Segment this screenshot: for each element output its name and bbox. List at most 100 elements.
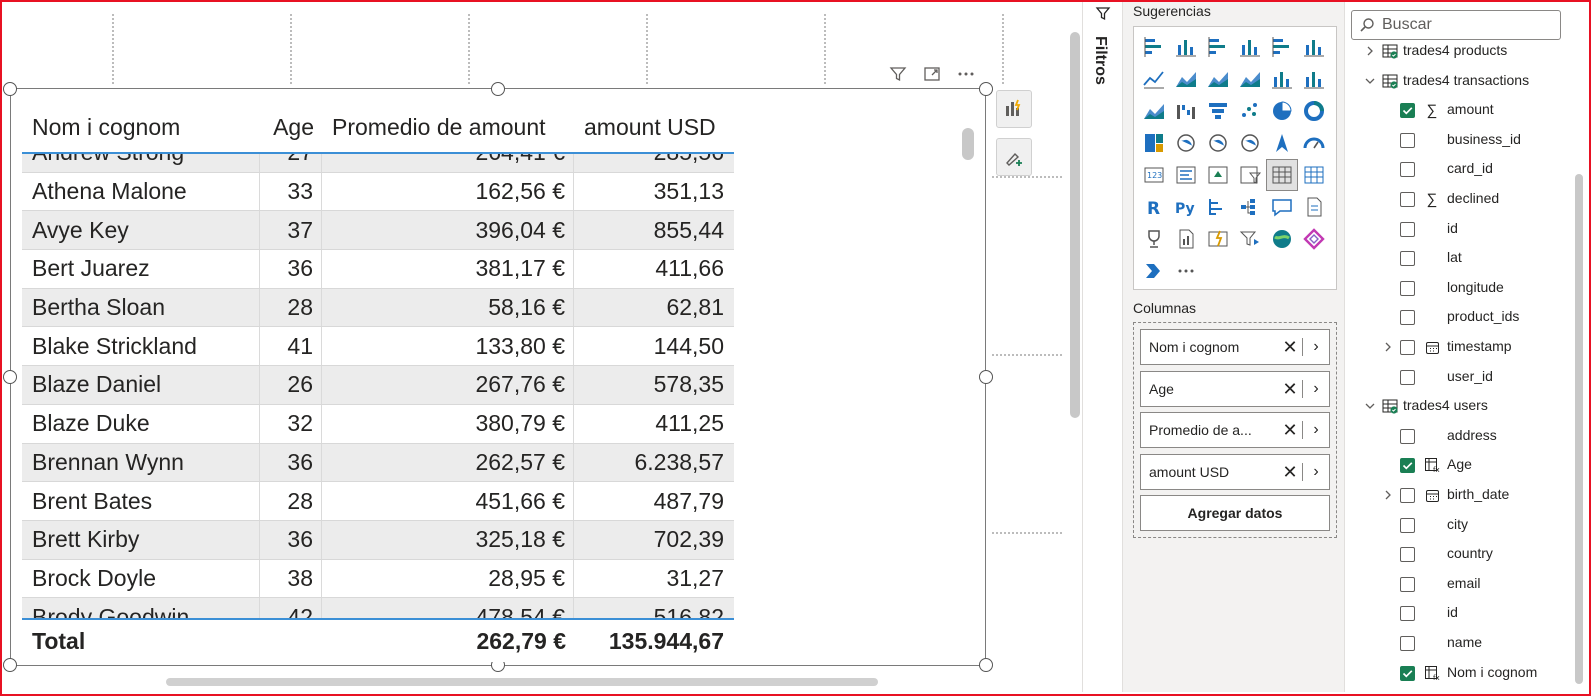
tree-field-node[interactable]: city <box>1345 510 1575 540</box>
remove-field-icon[interactable]: ✕ <box>1278 462 1302 483</box>
search-input[interactable]: Buscar <box>1351 10 1561 40</box>
column-header[interactable]: amount USD <box>574 102 734 152</box>
table-vertical-scrollbar[interactable] <box>962 128 974 160</box>
tree-field-node[interactable]: longitude <box>1345 273 1575 303</box>
chevron-visual-icon[interactable] <box>1138 255 1170 287</box>
field-checkbox[interactable] <box>1400 636 1415 651</box>
python-visual-icon[interactable]: Py <box>1170 191 1202 223</box>
add-data-button[interactable]: Agregar datos <box>1140 495 1330 531</box>
field-checkbox[interactable] <box>1400 132 1415 148</box>
format-visual-button[interactable] <box>996 138 1032 176</box>
pie-icon[interactable] <box>1266 95 1298 127</box>
table-row[interactable]: Brent Bates 28 451,66 € 487,79 <box>22 482 734 521</box>
narrative-icon[interactable] <box>1298 191 1330 223</box>
resize-handle[interactable] <box>3 82 17 96</box>
column-header[interactable]: Age <box>260 102 322 152</box>
card-icon[interactable]: 123 <box>1138 159 1170 191</box>
data-pane-scrollbar[interactable] <box>1575 174 1583 684</box>
resize-handle[interactable] <box>3 658 17 672</box>
chevron-down-icon[interactable] <box>1363 74 1377 88</box>
table-row[interactable]: Avye Key 37 396,04 € 855,44 <box>22 211 734 251</box>
filters-pane[interactable]: Filtros <box>1082 2 1122 692</box>
resize-handle[interactable] <box>979 82 993 96</box>
tree-table-node[interactable]: trades4 transactions <box>1345 66 1575 96</box>
table-row[interactable]: Blake Strickland 41 133,80 € 144,50 <box>22 327 734 367</box>
tree-field-node[interactable]: user_id <box>1345 362 1575 392</box>
tree-field-node[interactable]: ∑ declined <box>1345 184 1575 214</box>
chevron-down-icon[interactable] <box>1363 399 1377 413</box>
chevron-right-icon[interactable]: › <box>1303 338 1329 356</box>
decomposition-tree-icon[interactable] <box>1234 191 1266 223</box>
well-field[interactable]: Promedio de a... ✕ › <box>1140 412 1330 448</box>
line-chart-icon[interactable] <box>1138 63 1170 95</box>
resize-handle[interactable] <box>979 658 993 672</box>
treemap-icon[interactable] <box>1138 127 1170 159</box>
field-checkbox[interactable] <box>1400 606 1415 622</box>
gauge-icon[interactable] <box>1298 127 1330 159</box>
column-header[interactable]: Promedio de amount <box>322 102 574 152</box>
clustered-bar-icon[interactable] <box>1202 31 1234 63</box>
remove-field-icon[interactable]: ✕ <box>1278 337 1302 358</box>
tree-field-node[interactable]: fx Age <box>1345 450 1575 480</box>
build-visual-button[interactable] <box>996 90 1032 128</box>
field-checkbox[interactable] <box>1400 488 1415 503</box>
field-checkbox[interactable] <box>1400 547 1415 563</box>
tree-field-node[interactable]: card_id <box>1345 154 1575 184</box>
table-horizontal-scrollbar[interactable] <box>166 678 878 686</box>
scatter-icon[interactable] <box>1234 95 1266 127</box>
slicer-icon[interactable] <box>1234 159 1266 191</box>
resize-handle[interactable] <box>979 370 993 384</box>
area-chart-icon[interactable] <box>1170 63 1202 95</box>
field-checkbox[interactable] <box>1400 103 1415 119</box>
r-visual-icon[interactable]: R <box>1138 191 1170 223</box>
shape-map-icon[interactable] <box>1234 127 1266 159</box>
funnel-icon[interactable] <box>1202 95 1234 127</box>
report-canvas[interactable]: Andrew Strong27264,41 €285,56Athena Malo… <box>2 2 1080 692</box>
paginated-report-icon[interactable] <box>1170 223 1202 255</box>
tree-field-node[interactable]: birth_date <box>1345 480 1575 510</box>
field-checkbox[interactable] <box>1400 221 1415 237</box>
field-checkbox[interactable] <box>1400 162 1415 178</box>
tree-field-node[interactable]: country <box>1345 539 1575 569</box>
multi-row-card-icon[interactable] <box>1170 159 1202 191</box>
table-row[interactable]: Blaze Duke 32 380,79 € 411,25 <box>22 404 734 444</box>
donut-icon[interactable] <box>1298 95 1330 127</box>
stacked-area-icon[interactable] <box>1202 63 1234 95</box>
well-field[interactable]: Age ✕ › <box>1140 371 1330 407</box>
tree-field-node[interactable]: business_id <box>1345 125 1575 155</box>
chevron-right-icon[interactable] <box>1381 340 1395 354</box>
tree-field-node[interactable]: address <box>1345 421 1575 451</box>
canvas-vertical-scrollbar[interactable] <box>1070 32 1080 418</box>
kpi-icon[interactable] <box>1202 159 1234 191</box>
tree-field-node[interactable]: lat <box>1345 243 1575 273</box>
chevron-right-icon[interactable]: › <box>1303 380 1329 398</box>
map-icon[interactable] <box>1170 127 1202 159</box>
line-clustered-column-icon[interactable] <box>1266 63 1298 95</box>
tree-field-node[interactable]: email <box>1345 569 1575 599</box>
key-influencers-icon[interactable] <box>1202 191 1234 223</box>
clustered-column-icon[interactable] <box>1234 31 1266 63</box>
power-apps-icon[interactable] <box>1202 223 1234 255</box>
field-checkbox[interactable] <box>1400 458 1415 474</box>
stacked-bar-icon[interactable] <box>1138 31 1170 63</box>
tree-table-node[interactable]: trades4 users <box>1345 391 1575 421</box>
tree-field-node[interactable]: name <box>1345 628 1575 658</box>
matrix-icon[interactable] <box>1298 159 1330 191</box>
field-checkbox[interactable] <box>1400 369 1415 385</box>
resize-handle[interactable] <box>3 370 17 384</box>
chevron-right-icon[interactable] <box>1363 44 1377 58</box>
line-stacked-column-icon[interactable] <box>1298 63 1330 95</box>
field-checkbox[interactable] <box>1400 340 1415 355</box>
chevron-right-icon[interactable]: › <box>1303 463 1329 481</box>
focus-mode-icon[interactable] <box>922 64 942 84</box>
diamond-app-icon[interactable] <box>1298 223 1330 255</box>
table-row[interactable]: Bert Juarez 36 381,17 € 411,66 <box>22 250 734 289</box>
table-row[interactable]: Brock Doyle 38 28,95 € 31,27 <box>22 559 734 599</box>
tree-field-node[interactable]: ∑ amount <box>1345 95 1575 125</box>
table-row[interactable]: Blaze Daniel 26 267,76 € 578,35 <box>22 366 734 405</box>
field-checkbox[interactable] <box>1400 517 1415 533</box>
tree-field-node[interactable]: product_ids <box>1345 302 1575 332</box>
tree-field-node[interactable]: id <box>1345 598 1575 628</box>
more-options-icon[interactable] <box>956 64 976 84</box>
filter-icon[interactable] <box>888 64 908 84</box>
